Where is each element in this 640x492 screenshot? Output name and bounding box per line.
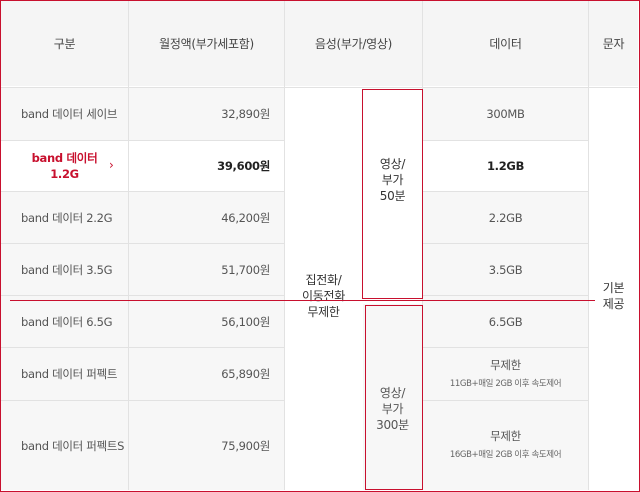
plan-price-2-2g: 46,200원 xyxy=(129,192,284,243)
highlight-box-video-300min xyxy=(365,305,423,490)
voice-call-line1: 집전화/ xyxy=(305,273,342,287)
plan-price-3-5g: 51,700원 xyxy=(129,244,284,295)
plan-name-1-2g-line2: 1.2G xyxy=(50,167,79,181)
grid-line xyxy=(423,400,588,401)
grid-line xyxy=(423,140,588,141)
header-data: 데이터 xyxy=(423,1,588,86)
header-monthly-fee: 월정액(부가세포함) xyxy=(129,1,284,86)
grid-line xyxy=(1,243,284,244)
grid-line xyxy=(423,191,588,192)
sms-line1: 기본 xyxy=(602,281,625,295)
plan-data-3-5g: 3.5GB xyxy=(423,244,588,295)
plan-data-perfect-s: 무제한 16GB+매일 2GB 이후 속도제어 xyxy=(423,401,588,490)
plan-price-1-2g: 39,600원 xyxy=(129,141,284,191)
plan-price-6-5g: 56,100원 xyxy=(129,296,284,347)
grid-line xyxy=(284,1,285,490)
plan-data-perfect-s-value: 무제한 xyxy=(490,429,521,443)
annotation-divider-line xyxy=(10,300,595,301)
plan-name-2-2g[interactable]: band 데이터 2.2G xyxy=(1,192,128,243)
sms-basic: 기본 제공 xyxy=(589,88,638,490)
voice-call-line3: 무제한 xyxy=(307,305,340,319)
grid-line xyxy=(128,1,129,490)
plan-price-perfect: 65,890원 xyxy=(129,348,284,400)
header-category: 구분 xyxy=(1,1,128,86)
plan-data-perfect-s-note: 16GB+매일 2GB 이후 속도제어 xyxy=(449,450,562,460)
plan-data-perfect-note: 11GB+매일 2GB 이후 속도제어 xyxy=(449,378,562,389)
plan-data-perfect-value: 무제한 xyxy=(490,357,521,372)
sms-line2: 제공 xyxy=(602,297,625,311)
grid-line xyxy=(423,347,588,348)
grid-line xyxy=(1,347,284,348)
grid-line xyxy=(1,295,284,296)
grid-line xyxy=(1,191,284,192)
plan-name-perfect-s[interactable]: band 데이터 퍼펙트S xyxy=(1,401,128,490)
grid-line xyxy=(1,140,284,141)
plan-data-1-2g: 1.2GB xyxy=(423,141,588,191)
plan-name-6-5g[interactable]: band 데이터 6.5G xyxy=(1,296,128,347)
plan-data-2-2g: 2.2GB xyxy=(423,192,588,243)
plan-price-perfect-s: 75,900원 xyxy=(129,401,284,490)
plan-data-6-5g: 6.5GB xyxy=(423,296,588,347)
plan-name-save[interactable]: band 데이터 세이브 xyxy=(1,88,128,140)
voice-call-line2: 이동전화 xyxy=(302,289,345,303)
header-voice: 음성(부가/영상) xyxy=(285,1,422,86)
plan-name-perfect[interactable]: band 데이터 퍼펙트 xyxy=(1,348,128,400)
chevron-right-icon[interactable]: › xyxy=(109,158,114,172)
plan-data-perfect: 무제한 11GB+매일 2GB 이후 속도제어 xyxy=(423,348,588,400)
header-sms: 문자 xyxy=(589,1,638,86)
plan-price-save: 32,890원 xyxy=(129,88,284,140)
grid-line xyxy=(1,400,284,401)
grid-line xyxy=(423,295,588,296)
plan-name-1-2g-line1: band 데이터 xyxy=(31,151,98,165)
grid-line xyxy=(1,87,638,88)
voice-call-unlimited: 집전화/ 이동전화 무제한 xyxy=(285,88,362,490)
plan-data-save: 300MB xyxy=(423,88,588,140)
plan-name-3-5g[interactable]: band 데이터 3.5G xyxy=(1,244,128,295)
grid-line xyxy=(588,1,589,490)
grid-line xyxy=(423,243,588,244)
highlight-box-video-50min xyxy=(362,89,423,299)
